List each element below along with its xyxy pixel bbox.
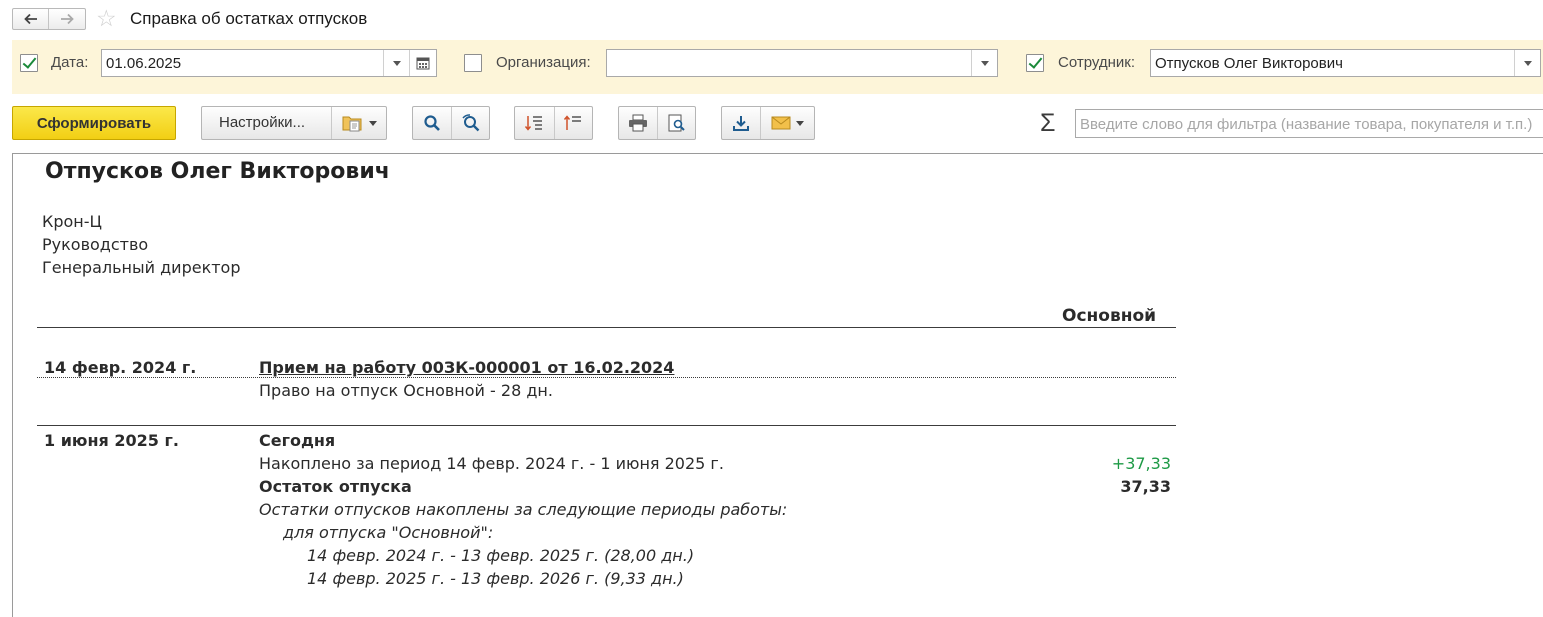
- arrow-right-icon: [61, 13, 74, 25]
- printer-icon: [629, 114, 647, 132]
- group-button-group: [514, 106, 593, 140]
- variants-button[interactable]: [332, 107, 386, 139]
- collapse-all-icon: [564, 115, 582, 130]
- back-button[interactable]: [13, 9, 49, 29]
- find-button[interactable]: [413, 107, 451, 139]
- balance-value: 37,33: [1120, 477, 1171, 496]
- envelope-icon: [771, 116, 791, 130]
- report-position: Генеральный директор: [42, 258, 241, 277]
- report-document: Отпусков Олег Викторович Крон-Ц Руководс…: [12, 153, 1543, 617]
- title-bar: ☆ Справка об остатках отпусков: [0, 0, 1543, 38]
- chevron-down-icon[interactable]: [1514, 50, 1540, 76]
- expand-groups-button[interactable]: [515, 107, 554, 139]
- settings-button[interactable]: Настройки...: [202, 107, 333, 139]
- employee-field[interactable]: Отпусков Олег Викторович: [1150, 49, 1541, 77]
- print-button[interactable]: [619, 107, 657, 139]
- accrued-label: Накоплено за период 14 февр. 2024 г. - 1…: [259, 454, 724, 473]
- save-button[interactable]: [722, 107, 760, 139]
- employee-value: Отпусков Олег Викторович: [1155, 55, 1343, 72]
- chevron-down-icon[interactable]: [383, 50, 409, 76]
- accrued-value: +37,33: [1111, 454, 1171, 473]
- export-button-group: [721, 106, 815, 140]
- periods-subheading: для отпуска "Основной":: [283, 523, 494, 542]
- organization-field[interactable]: [606, 49, 998, 77]
- search-button-group: [412, 106, 490, 140]
- date-checkbox[interactable]: [20, 54, 38, 72]
- column-header-main: Основной: [1062, 306, 1157, 326]
- report-organization: Крон-Ц: [42, 212, 102, 231]
- expand-all-icon: [525, 116, 543, 131]
- folder-icon: [342, 116, 362, 132]
- report-department: Руководство: [42, 235, 149, 254]
- print-preview-icon: [668, 114, 685, 132]
- date-field[interactable]: 01.06.2025: [101, 49, 437, 77]
- vacation-entitlement-text: Право на отпуск Основной - 28 дн.: [259, 381, 553, 400]
- header-divider: [37, 327, 1176, 328]
- row-dotted-divider: [37, 377, 1176, 378]
- date-label: Дата:: [51, 54, 89, 71]
- organization-checkbox[interactable]: [464, 54, 482, 72]
- generate-button[interactable]: Сформировать: [12, 106, 176, 140]
- collapse-groups-button[interactable]: [553, 107, 593, 139]
- today-heading: Сегодня: [259, 431, 336, 450]
- search-placeholder: Введите слово для фильтра (название това…: [1080, 116, 1533, 133]
- period-item: 14 февр. 2025 г. - 13 февр. 2026 г. (9,3…: [307, 569, 684, 588]
- organization-label: Организация:: [496, 54, 591, 71]
- search-icon: [424, 115, 440, 131]
- row-divider: [37, 425, 1176, 426]
- calendar-icon[interactable]: [409, 50, 436, 76]
- chevron-down-icon[interactable]: [971, 50, 997, 76]
- periods-heading: Остатки отпусков накоплены за следующие …: [259, 500, 788, 519]
- report-employee-name: Отпусков Олег Викторович: [45, 159, 390, 184]
- chevron-down-icon: [796, 120, 804, 126]
- search-refresh-icon: [461, 114, 479, 132]
- arrow-left-icon: [23, 13, 37, 25]
- filter-search-input[interactable]: Введите слово для фильтра (название това…: [1075, 109, 1543, 138]
- find-next-button[interactable]: [451, 107, 489, 139]
- window-title: Справка об остатках отпусков: [130, 9, 368, 28]
- sum-icon[interactable]: Σ: [1040, 110, 1055, 136]
- row-date: 14 февр. 2024 г.: [44, 358, 197, 377]
- settings-button-group: Настройки...: [201, 106, 387, 140]
- download-icon: [733, 116, 749, 131]
- navigation-buttons: [12, 8, 86, 30]
- date-value: 01.06.2025: [106, 55, 182, 72]
- print-button-group: [618, 106, 696, 140]
- employee-label: Сотрудник:: [1058, 54, 1136, 71]
- row-date: 1 июня 2025 г.: [44, 431, 179, 450]
- hiring-document-link[interactable]: Прием на работу 00ЗК-000001 от 16.02.202…: [259, 358, 674, 377]
- print-preview-button[interactable]: [657, 107, 695, 139]
- star-icon[interactable]: ☆: [96, 5, 117, 31]
- filter-panel: Дата: 01.06.2025 Организация: Сотрудник:…: [12, 40, 1543, 94]
- chevron-down-icon: [368, 120, 377, 126]
- period-item: 14 февр. 2024 г. - 13 февр. 2025 г. (28,…: [307, 546, 695, 565]
- forward-button[interactable]: [49, 9, 85, 29]
- employee-checkbox[interactable]: [1026, 54, 1044, 72]
- balance-label: Остаток отпуска: [259, 477, 412, 496]
- send-email-button[interactable]: [760, 107, 814, 139]
